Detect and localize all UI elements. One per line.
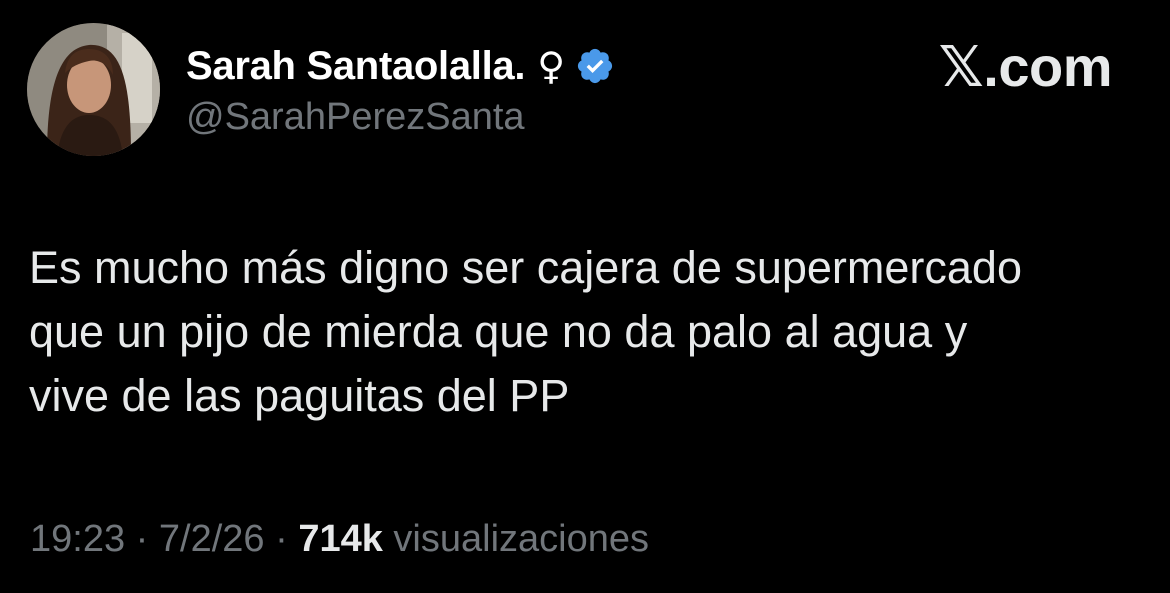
avatar[interactable] bbox=[27, 23, 160, 156]
female-symbol-icon: ♀ bbox=[537, 44, 566, 88]
tweet-text-line: que un pijo de mierda que no da palo al … bbox=[29, 306, 968, 357]
tweet-time[interactable]: 19:23 bbox=[30, 518, 125, 560]
verified-badge-icon[interactable] bbox=[575, 46, 615, 86]
meta-separator: · bbox=[125, 518, 159, 560]
avatar-image bbox=[27, 23, 160, 156]
author-handle[interactable]: @SarahPerezSanta bbox=[186, 96, 525, 139]
meta-separator: · bbox=[264, 518, 299, 560]
author-name-row: Sarah Santaolalla. ♀ bbox=[186, 40, 615, 92]
tweet-meta: 19:23 · 7/2/26 · 714k visualizaciones bbox=[30, 518, 649, 561]
tweet-card: Sarah Santaolalla. ♀ @SarahPerezSanta 𝕏.… bbox=[0, 0, 1170, 593]
tweet-text-line: Es mucho más digno ser cajera de superme… bbox=[29, 242, 1022, 293]
views-count[interactable]: 714k bbox=[298, 518, 383, 560]
tweet-text: Es mucho más digno ser cajera de superme… bbox=[29, 236, 1149, 428]
author-display-name[interactable]: Sarah Santaolalla. bbox=[186, 44, 526, 89]
x-brand-logo: 𝕏.com bbox=[938, 35, 1113, 98]
views-label: visualizaciones bbox=[382, 518, 649, 560]
tweet-date[interactable]: 7/2/26 bbox=[159, 518, 265, 560]
tweet-text-line: vive de las paguitas del PP bbox=[29, 370, 570, 421]
